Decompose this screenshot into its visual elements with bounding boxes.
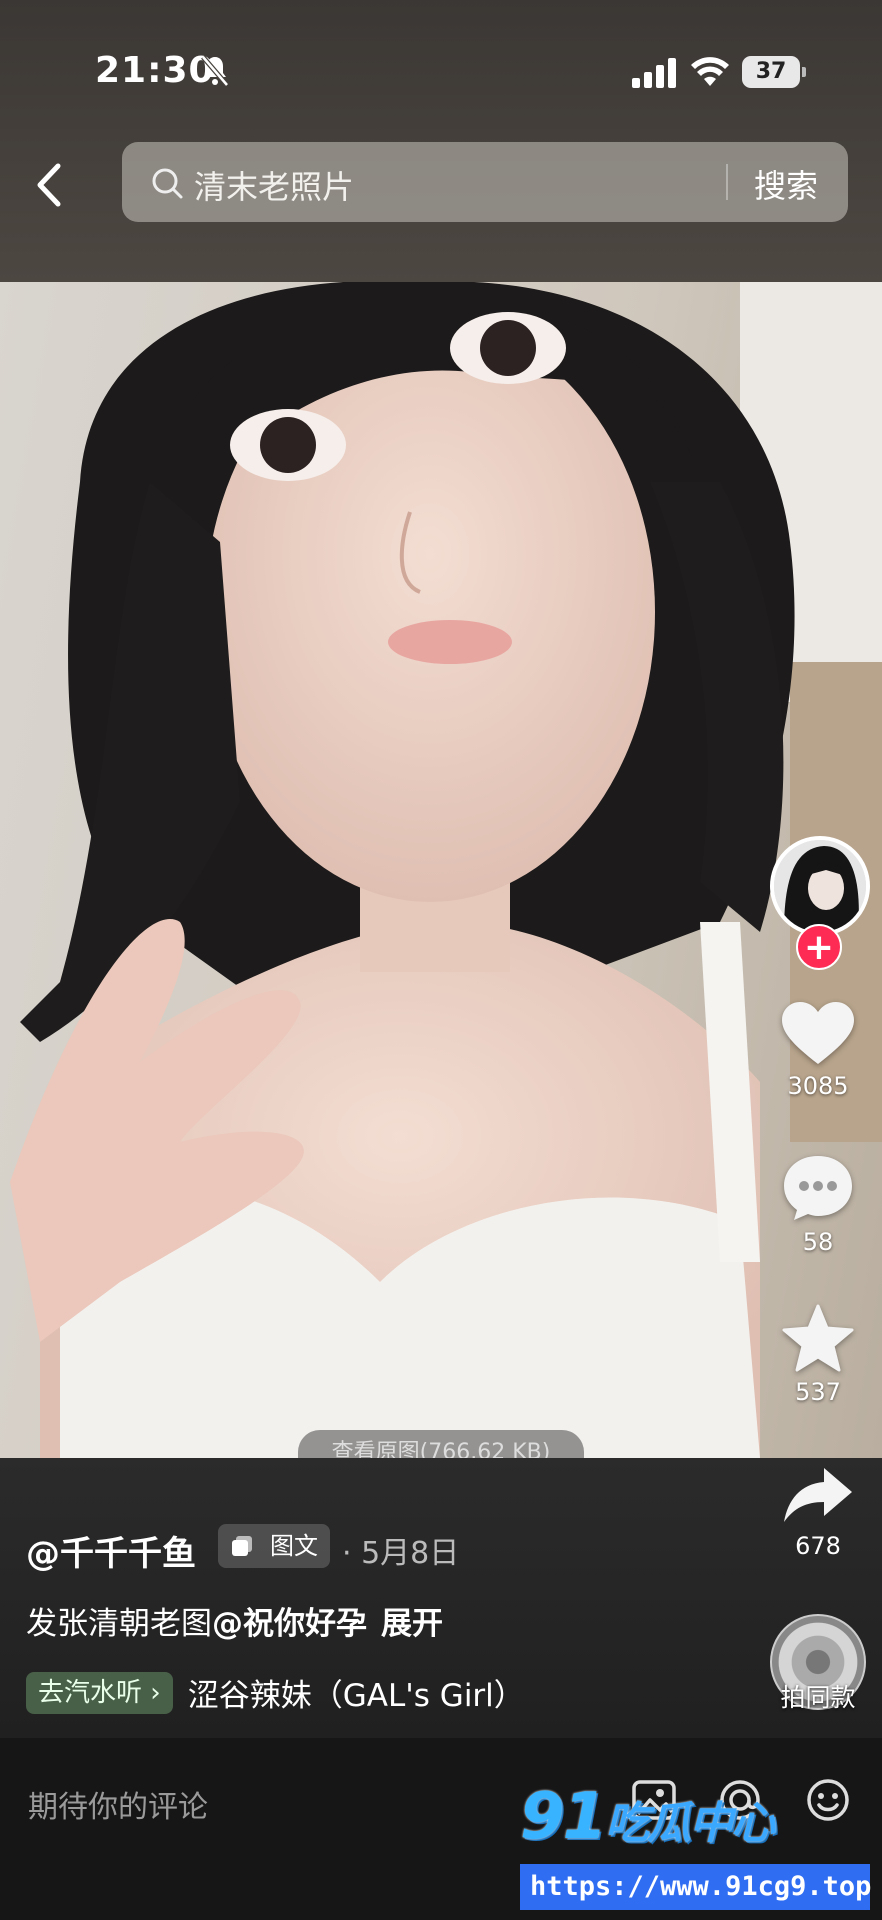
post-description: 发张清朝老图@祝你好孕 展开 (26, 1598, 443, 1643)
watermark-logo: 91吃瓜中心 (520, 1780, 775, 1854)
image-stack-icon (232, 1536, 252, 1556)
music-title[interactable]: 涩谷辣妹（GAL's Girl） (188, 1670, 525, 1715)
post-type-tag: 图文 (218, 1524, 330, 1568)
comment-icon (784, 1156, 852, 1220)
expand-button[interactable]: 展开 (381, 1606, 443, 1642)
search-bar[interactable]: 清末老照片 搜索 (122, 142, 848, 222)
search-divider (726, 164, 728, 200)
like-count: 3085 (787, 1072, 849, 1100)
view-original-button[interactable]: 查看原图(766.62 KB) (298, 1430, 584, 1458)
music-row[interactable]: 去汽水听 › 涩谷辣妹（GAL's Girl） (26, 1670, 525, 1716)
status-time: 21:30 (95, 50, 215, 91)
watermark-url: https://www.91cg9.top (520, 1864, 871, 1910)
post-type-label: 图文 (270, 1532, 318, 1560)
wifi-icon (691, 57, 729, 86)
share-icon (784, 1468, 852, 1522)
emoji-icon[interactable] (804, 1776, 852, 1824)
search-input[interactable]: 清末老照片 (194, 162, 354, 208)
author-name[interactable]: @千千千鱼 (26, 1526, 196, 1575)
share-count: 678 (795, 1532, 841, 1560)
search-icon (152, 168, 183, 199)
watermark-logo-text: 吃瓜中心 (605, 1798, 775, 1849)
follow-button[interactable]: + (796, 924, 842, 970)
bell-mute-icon (201, 55, 229, 87)
star-icon (782, 1304, 854, 1372)
signal-icon (632, 58, 676, 88)
post-info: @千千千鱼 图文 · 5月8日 发张清朝老图@祝你好孕 展开 去汽水听 › 涩谷辣… (0, 1458, 882, 1738)
author-avatar[interactable] (770, 836, 870, 936)
post-date: · 5月8日 (342, 1536, 460, 1571)
battery-icon: 37 (742, 56, 806, 88)
top-header: 21:30 37 清末老照片 搜索 (0, 0, 882, 282)
search-button[interactable]: 搜索 (754, 161, 818, 207)
watermark-logo-number: 91 (520, 1780, 607, 1854)
make-same-button[interactable]: 拍同款 (768, 1614, 868, 1712)
comment-input[interactable]: 期待你的评论 (28, 1782, 208, 1826)
make-same-label: 拍同款 (780, 1683, 856, 1712)
like-button[interactable]: 3085 (760, 1002, 876, 1100)
description-text: 发张清朝老图 (26, 1606, 212, 1642)
share-button[interactable]: 678 (760, 1466, 876, 1560)
comment-button[interactable]: 58 (760, 1154, 876, 1256)
status-bar: 21:30 37 (0, 44, 882, 100)
comment-count: 58 (802, 1228, 834, 1256)
favorite-button[interactable]: 537 (760, 1304, 876, 1406)
avatar-image (774, 840, 866, 932)
mention-link[interactable]: @祝你好孕 (212, 1606, 367, 1642)
heart-icon (782, 1002, 854, 1064)
photo-illustration (10, 282, 882, 1458)
back-icon[interactable] (30, 160, 70, 210)
favorite-count: 537 (795, 1378, 841, 1406)
post-photo[interactable]: 查看原图(766.62 KB) (0, 282, 882, 1458)
music-pill[interactable]: 去汽水听 › (26, 1671, 173, 1714)
